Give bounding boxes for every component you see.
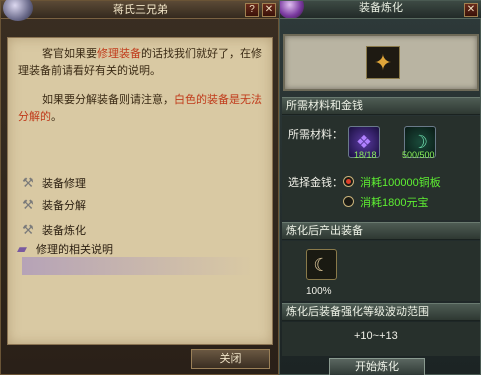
refine-titlebar[interactable]: 装备炼化 <box>280 1 481 19</box>
option-equipment-refine[interactable]: ⚒ 装备炼化 <box>20 221 86 239</box>
dialog-parchment: 客官如果要修理装备的话找我们就好了，在修理装备前请看好有关的说明。 如果要分解装… <box>7 37 273 345</box>
selected-option-highlight <box>22 257 252 275</box>
money-label: 选择金钱： <box>288 177 343 189</box>
range-section-header: 炼化后装备强化等级波动范围 <box>282 303 480 321</box>
equipment-slot[interactable]: ✦ <box>366 46 400 79</box>
npc-paragraph-dismantle: 如果要分解装备则请注意，白色的装备是无法分解的。 <box>18 94 262 123</box>
option-repair-help[interactable]: ▰ 修理的相关说明 <box>14 240 113 258</box>
hammer-icon: ⚒ <box>22 175 34 190</box>
money-option-copper[interactable]: 消耗100000铜板 <box>360 174 441 190</box>
refine-window: 装备炼化 ✕ ✦ 所需材料和金钱 所需材料： ❖ 18/18 ☽ 500/500… <box>279 0 481 375</box>
material-count-1: 18/18 <box>354 150 377 160</box>
money-radio-copper[interactable] <box>343 176 354 187</box>
purple-crystal-icon: ❖ <box>355 132 373 152</box>
start-refine-button[interactable]: 开始炼化 <box>329 358 425 375</box>
refine-close-icon[interactable]: ✕ <box>464 3 478 17</box>
output-chance: 100% <box>306 286 332 297</box>
book-icon: ▰ <box>17 241 27 256</box>
npc-paragraph-repair: 客官如果要修理装备的话找我们就好了，在修理装备前请看好有关的说明。 <box>18 48 262 77</box>
range-value: +10~+13 <box>354 330 398 342</box>
help-button[interactable]: ? <box>245 3 259 17</box>
output-section-header: 炼化后产出装备 <box>282 222 480 240</box>
npc-dialog-title: 蒋氏三兄弟 <box>113 4 168 16</box>
money-radio-yuanbao[interactable] <box>343 196 354 207</box>
output-section-body: ☾ 100% <box>282 241 480 301</box>
material-count-2: 500/500 <box>402 150 435 160</box>
money-option-yuanbao[interactable]: 消耗1800元宝 <box>360 194 428 210</box>
refine-title: 装备炼化 <box>359 2 403 14</box>
purple-orb-icon <box>280 1 304 18</box>
hammer-icon: ⚒ <box>22 197 34 212</box>
output-item-slot[interactable]: ☾ <box>306 249 337 280</box>
close-button[interactable]: 关闭 <box>191 349 270 369</box>
materials-section-body: 所需材料： ❖ 18/18 ☽ 500/500 选择金钱： 消耗100000铜板… <box>282 116 480 220</box>
npc-dialog-text: 客官如果要修理装备的话找我们就好了，在修理装备前请看好有关的说明。 如果要分解装… <box>18 46 266 138</box>
materials-section-header: 所需材料和金钱 <box>282 97 480 115</box>
equipment-display-frame: ✦ <box>283 34 479 91</box>
green-rune-icon: ☽ <box>411 132 429 152</box>
option-equipment-repair[interactable]: ⚒ 装备修理 <box>20 174 86 192</box>
golden-claw-icon: ✦ <box>373 50 393 75</box>
option-equipment-dismantle[interactable]: ⚒ 装备分解 <box>20 196 86 214</box>
range-section-body: +10~+13 <box>282 322 480 356</box>
materials-label: 所需材料： <box>288 129 343 141</box>
claw-weapon-icon: ☾ <box>313 255 330 275</box>
hammer-icon: ⚒ <box>22 222 34 237</box>
npc-dialog-titlebar[interactable]: 蒋氏三兄弟 ? ✕ <box>1 0 280 21</box>
npc-dialog-window: 蒋氏三兄弟 ? ✕ 客官如果要修理装备的话找我们就好了，在修理装备前请看好有关的… <box>0 0 280 375</box>
npc-close-icon[interactable]: ✕ <box>262 3 276 17</box>
crystal-orb-icon <box>3 0 33 21</box>
